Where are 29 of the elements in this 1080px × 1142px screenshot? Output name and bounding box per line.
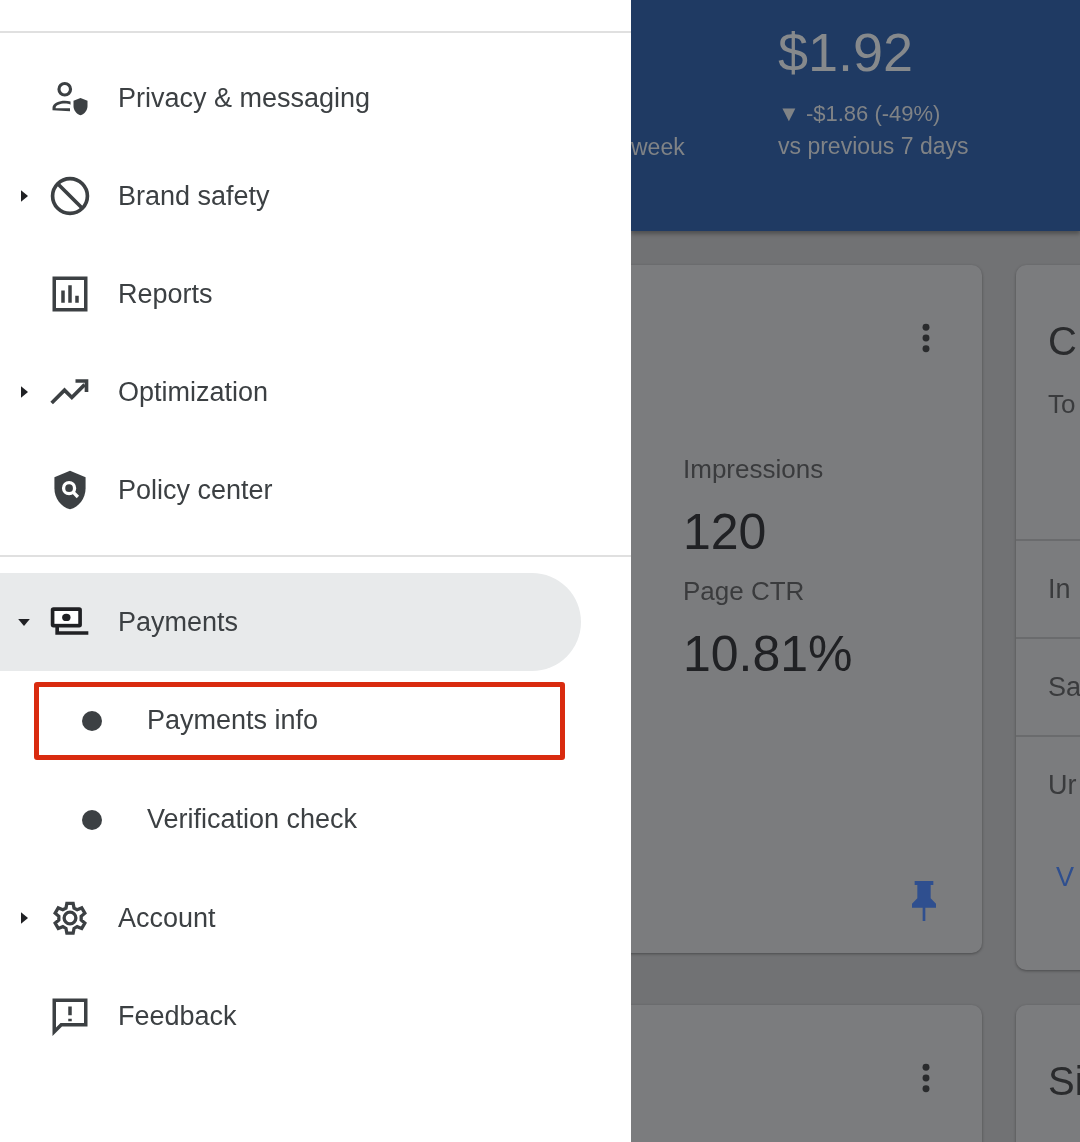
nav-item[interactable]: Policy center (0, 441, 581, 539)
stat-value: $1.92 (778, 22, 915, 82)
more-vert-icon[interactable] (922, 1062, 930, 1094)
nav-item[interactable]: Brand safety (0, 147, 581, 245)
bullet-icon (82, 710, 102, 731)
nav-item[interactable]: Account (0, 869, 581, 967)
sub-nav-item[interactable]: Verification check (34, 780, 565, 859)
card-title: C (1048, 318, 1078, 365)
stat-label: week (631, 134, 685, 160)
metric-label: Page CTR (683, 576, 806, 606)
card-subtitle: To (1048, 389, 1077, 419)
list-row-label: In (1048, 572, 1071, 606)
nav-item[interactable]: Privacy & messaging (0, 49, 581, 147)
block-icon (48, 174, 92, 218)
stat-comparison: vs previous 7 days (778, 132, 969, 160)
nav-item[interactable]: Reports (0, 245, 581, 343)
card-title: Si (1048, 1058, 1080, 1105)
stat-change: ▼ -$1.86 (-49%) (778, 100, 942, 128)
metric-label: Impressions (683, 454, 825, 484)
pin-icon[interactable] (910, 881, 938, 921)
metric-value: 10.81% (683, 625, 854, 684)
more-vert-icon[interactable] (922, 322, 930, 354)
metric-value: 120 (683, 503, 768, 562)
nav-item[interactable]: Feedback (0, 967, 581, 1065)
nav-item[interactable]: Optimization (0, 343, 581, 441)
sub-nav-item[interactable]: Payments info (34, 681, 565, 760)
bullet-icon (82, 809, 102, 830)
list-row-label: Ur (1048, 768, 1077, 802)
nav-item[interactable]: Payments (0, 573, 581, 671)
